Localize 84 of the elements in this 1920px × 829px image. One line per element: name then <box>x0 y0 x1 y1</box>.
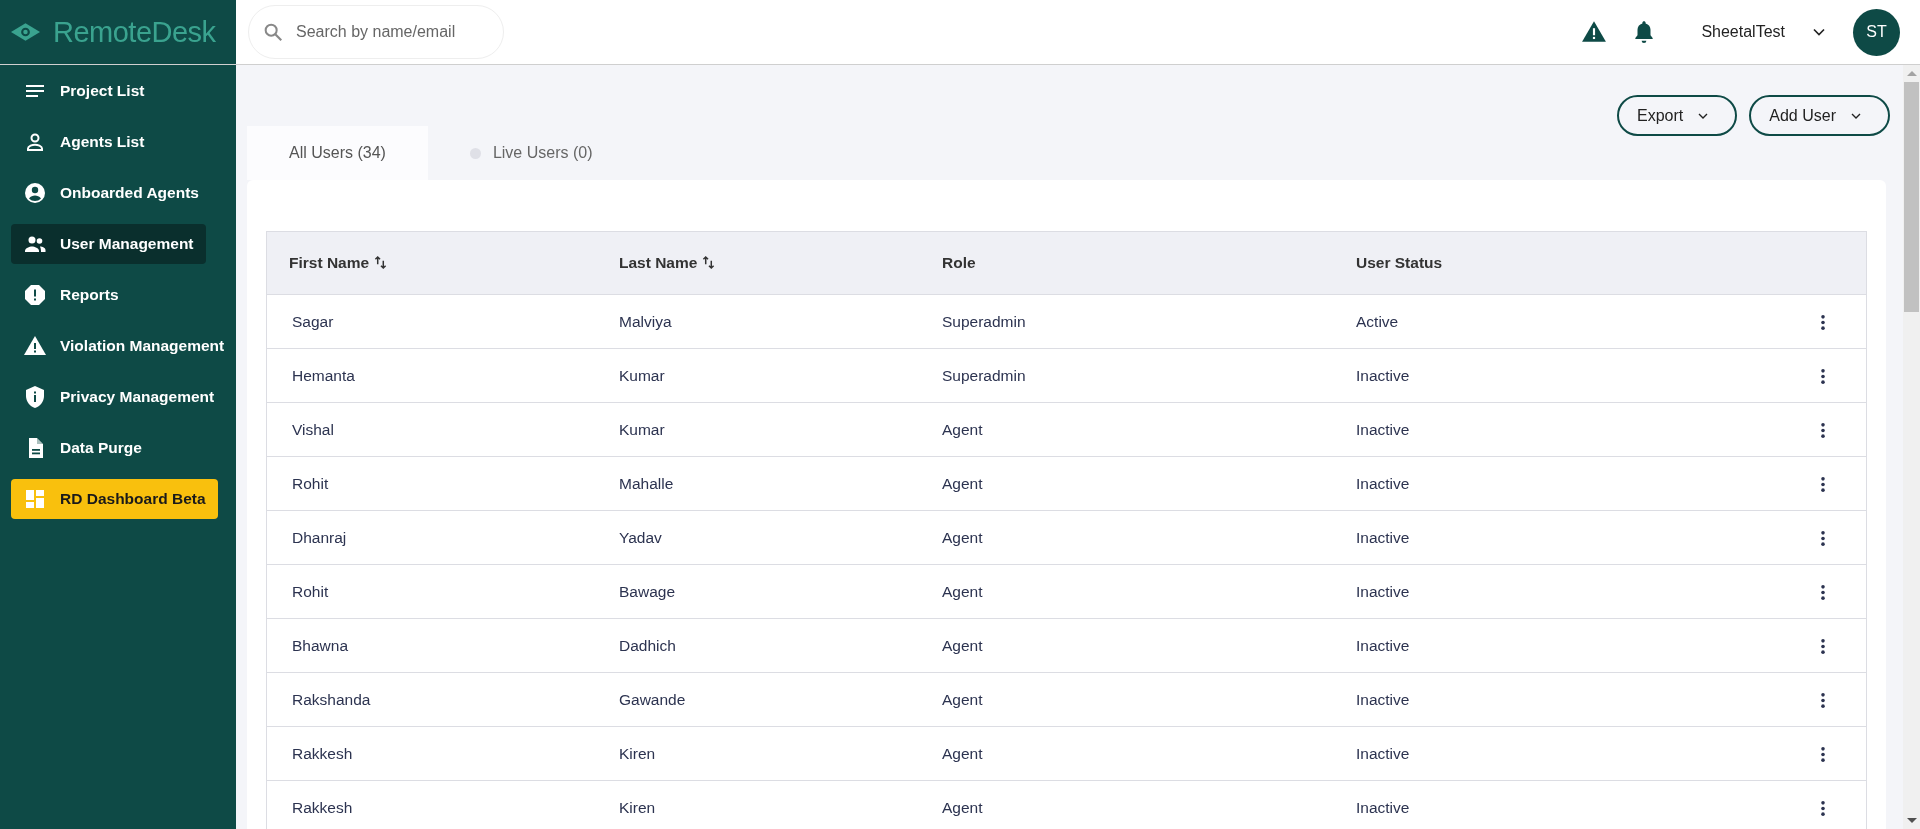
tab[interactable]: Live Users (0) <box>427 126 635 180</box>
table-cell: Rakkesh <box>292 744 353 762</box>
sidebar-item[interactable]: Reports <box>11 275 131 315</box>
sidebar-item[interactable]: Privacy Management <box>11 377 227 417</box>
search-field[interactable]: Search by name/email <box>248 5 504 59</box>
sidebar-item[interactable]: RD Dashboard Beta <box>11 479 218 519</box>
table-cell: Kumar <box>619 420 665 438</box>
user-avatar[interactable]: ST <box>1853 8 1900 56</box>
table-cell: Inactive <box>1356 798 1410 816</box>
table-cell: Rohit <box>292 474 329 492</box>
table-cell: Superadmin <box>942 312 1026 330</box>
table-cell: Superadmin <box>942 366 1026 384</box>
sort-arrows-icon[interactable] <box>702 255 716 270</box>
table-cell: Dadhich <box>619 636 676 654</box>
column-header: Role <box>942 254 976 271</box>
table-cell: Inactive <box>1356 636 1410 654</box>
dropdown-button[interactable]: Add User <box>1749 95 1890 136</box>
scrollbar[interactable] <box>1903 65 1920 829</box>
brand-logo-text: RemoteDesk <box>53 15 216 49</box>
alert-octagon-icon <box>23 283 47 307</box>
table-cell: Kiren <box>619 744 656 762</box>
table-cell: Yadav <box>619 528 662 546</box>
eye-logo-icon <box>10 22 41 42</box>
sidebar-item[interactable]: Violation Management <box>11 326 237 366</box>
scrollbar-thumb[interactable] <box>1904 82 1919 312</box>
column-header[interactable]: First Name <box>289 254 370 271</box>
column-header[interactable]: Last Name <box>619 254 698 271</box>
column-header: User Status <box>1356 254 1443 271</box>
table-cell: Inactive <box>1356 420 1410 438</box>
table-cell: Hemanta <box>292 366 355 384</box>
more-vertical-icon[interactable] <box>1820 691 1826 709</box>
more-vertical-icon[interactable] <box>1820 799 1826 817</box>
more-vertical-icon[interactable] <box>1820 583 1826 601</box>
table-cell: Agent <box>942 582 983 600</box>
more-vertical-icon[interactable] <box>1820 745 1826 763</box>
table-cell: Active <box>1356 312 1399 330</box>
dashboard-icon <box>23 487 47 511</box>
more-vertical-icon[interactable] <box>1820 637 1826 655</box>
scroll-down-arrow[interactable] <box>1906 818 1917 823</box>
warning-icon[interactable] <box>1581 19 1608 45</box>
sidebar-item[interactable]: Agents List <box>11 122 157 162</box>
table-cell: Sagar <box>292 312 334 330</box>
table-cell: Agent <box>942 636 983 654</box>
table-cell: Inactive <box>1356 474 1410 492</box>
more-vertical-icon[interactable] <box>1820 367 1826 385</box>
person-circle-icon <box>23 181 47 205</box>
table-cell: Agent <box>942 528 983 546</box>
user-menu-button[interactable]: SheetalTest <box>1701 22 1829 42</box>
sort-arrows-icon[interactable] <box>374 255 388 270</box>
tab[interactable]: All Users (34) <box>247 126 428 180</box>
shield-icon <box>23 385 47 409</box>
table-cell: Inactive <box>1356 582 1410 600</box>
more-vertical-icon[interactable] <box>1820 475 1826 493</box>
table-cell: Agent <box>942 420 983 438</box>
warning-icon <box>23 334 47 358</box>
sidebar-item[interactable]: Project List <box>11 71 157 111</box>
table-cell: Inactive <box>1356 366 1410 384</box>
table-cell: Malviya <box>619 312 672 330</box>
table-cell: Bawage <box>619 582 675 600</box>
table-cell: Rakshanda <box>292 690 371 708</box>
table-cell: Rohit <box>292 582 329 600</box>
table-cell: Kumar <box>619 366 665 384</box>
table-cell: Gawande <box>619 690 686 708</box>
table-cell: Vishal <box>292 420 334 438</box>
dropdown-button[interactable]: Export <box>1617 95 1738 136</box>
search-icon <box>262 21 284 43</box>
table-cell: Agent <box>942 690 983 708</box>
more-vertical-icon[interactable] <box>1820 421 1826 439</box>
sidebar-item[interactable]: User Management <box>11 224 206 264</box>
table-cell: Agent <box>942 744 983 762</box>
table-cell: Agent <box>942 474 983 492</box>
table-cell: Agent <box>942 798 983 816</box>
table-cell: Inactive <box>1356 744 1410 762</box>
table-cell: Inactive <box>1356 528 1410 546</box>
more-vertical-icon[interactable] <box>1820 313 1826 331</box>
table-cell: Rakkesh <box>292 798 353 816</box>
table-cell: Mahalle <box>619 474 674 492</box>
sidebar-item[interactable]: Onboarded Agents <box>11 173 211 213</box>
more-vertical-icon[interactable] <box>1820 529 1826 547</box>
table-cell: Inactive <box>1356 690 1410 708</box>
table-cell: Kiren <box>619 798 656 816</box>
table-cell: Dhanraj <box>292 528 347 546</box>
table-cell: Bhawna <box>292 636 348 654</box>
sidebar-item[interactable]: Data Purge <box>11 428 154 468</box>
